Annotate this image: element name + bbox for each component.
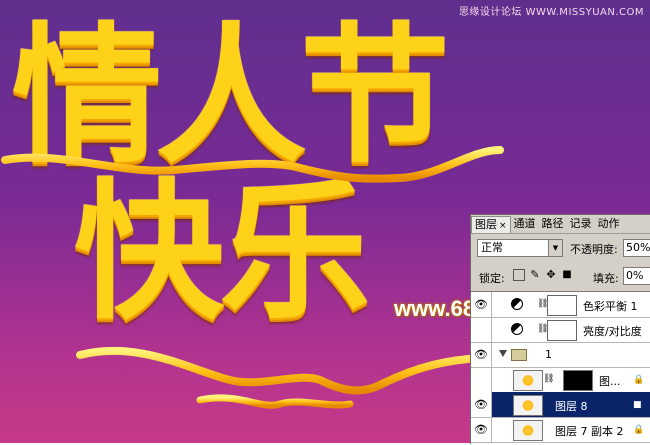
tab-history[interactable]: 记录 bbox=[567, 216, 595, 232]
layer-row-selected[interactable]: 👁 图层 8 ■ bbox=[471, 392, 650, 418]
adjustment-icon bbox=[511, 323, 523, 335]
move-icon[interactable]: ✥ bbox=[545, 269, 557, 281]
layer-group-row[interactable]: 👁 1 bbox=[471, 342, 650, 368]
blend-row: 正常 ▼ 不透明度: 50% bbox=[471, 239, 650, 261]
layer-row[interactable]: 👁 图层 7 副本 2 🔒 bbox=[471, 417, 650, 443]
tab-paths[interactable]: 路径 bbox=[539, 216, 567, 232]
lock-icon[interactable]: ■ bbox=[561, 269, 573, 281]
adjustment-icon bbox=[511, 298, 523, 310]
link-icon: ⛓ bbox=[543, 374, 555, 384]
eye-icon[interactable] bbox=[471, 367, 492, 392]
lock-icon: 🔒 bbox=[633, 375, 645, 385]
expand-triangle-icon[interactable] bbox=[499, 350, 507, 357]
lock-transparency-icon[interactable] bbox=[513, 269, 525, 281]
tab-channels[interactable]: 通道 bbox=[511, 216, 539, 232]
opacity-label: 不透明度: bbox=[570, 243, 618, 256]
layer-mask-thumbnail bbox=[563, 370, 593, 391]
layer-mask-thumbnail bbox=[547, 295, 577, 316]
lock-label: 锁定: bbox=[479, 272, 505, 285]
layer-row[interactable]: ⛓ 图... 🔒 bbox=[471, 367, 650, 393]
eye-icon[interactable]: 👁 bbox=[471, 417, 492, 442]
layer-name: 亮度/对比度 bbox=[583, 325, 642, 338]
folder-icon bbox=[511, 349, 527, 361]
layer-row[interactable]: ⛓ 亮度/对比度 bbox=[471, 317, 650, 343]
blend-mode-select[interactable]: 正常 ▼ bbox=[477, 239, 563, 257]
layers-panel: 图层 × 通道 路径 记录 动作 正常 ▼ 不透明度: 50% 锁定: ✎ ✥ ■… bbox=[470, 214, 650, 445]
layer-name: 图层 8 bbox=[555, 400, 588, 413]
chevron-down-icon[interactable]: ▼ bbox=[548, 240, 562, 256]
panel-tabs: 图层 × 通道 路径 记录 动作 bbox=[471, 215, 650, 234]
fill-input[interactable]: 0% bbox=[623, 267, 650, 285]
layer-name: 图层 7 副本 2 bbox=[555, 425, 624, 438]
layers-list: 👁 ⛓ 色彩平衡 1 ⛓ 亮度/对比度 👁 1 ⛓ 图... 🔒 👁 图层 8 … bbox=[471, 291, 650, 445]
eye-icon[interactable]: 👁 bbox=[471, 342, 492, 367]
eye-icon[interactable]: 👁 bbox=[471, 392, 492, 417]
layer-thumbnail bbox=[513, 420, 543, 441]
layer-thumbnail bbox=[513, 370, 543, 391]
layer-name: 图... bbox=[599, 375, 621, 388]
layer-mask-thumbnail bbox=[547, 320, 577, 341]
layer-name: 1 bbox=[545, 348, 552, 361]
lock-icon: ■ bbox=[633, 400, 642, 410]
layer-name: 色彩平衡 1 bbox=[583, 300, 638, 313]
layer-row[interactable]: 👁 ⛓ 色彩平衡 1 bbox=[471, 292, 650, 318]
eye-icon[interactable] bbox=[471, 317, 492, 342]
brush-icon[interactable]: ✎ bbox=[529, 269, 541, 281]
fill-label: 填充: bbox=[593, 272, 619, 285]
lock-row: 锁定: ✎ ✥ ■ 填充: 0% bbox=[471, 267, 650, 289]
layer-thumbnail bbox=[513, 395, 543, 416]
tab-actions[interactable]: 动作 bbox=[595, 216, 623, 232]
eye-icon[interactable]: 👁 bbox=[471, 292, 492, 317]
opacity-input[interactable]: 50% bbox=[623, 239, 650, 257]
lock-icon: 🔒 bbox=[633, 425, 645, 435]
tab-layers[interactable]: 图层 × bbox=[471, 215, 511, 233]
close-icon[interactable]: × bbox=[499, 221, 507, 231]
